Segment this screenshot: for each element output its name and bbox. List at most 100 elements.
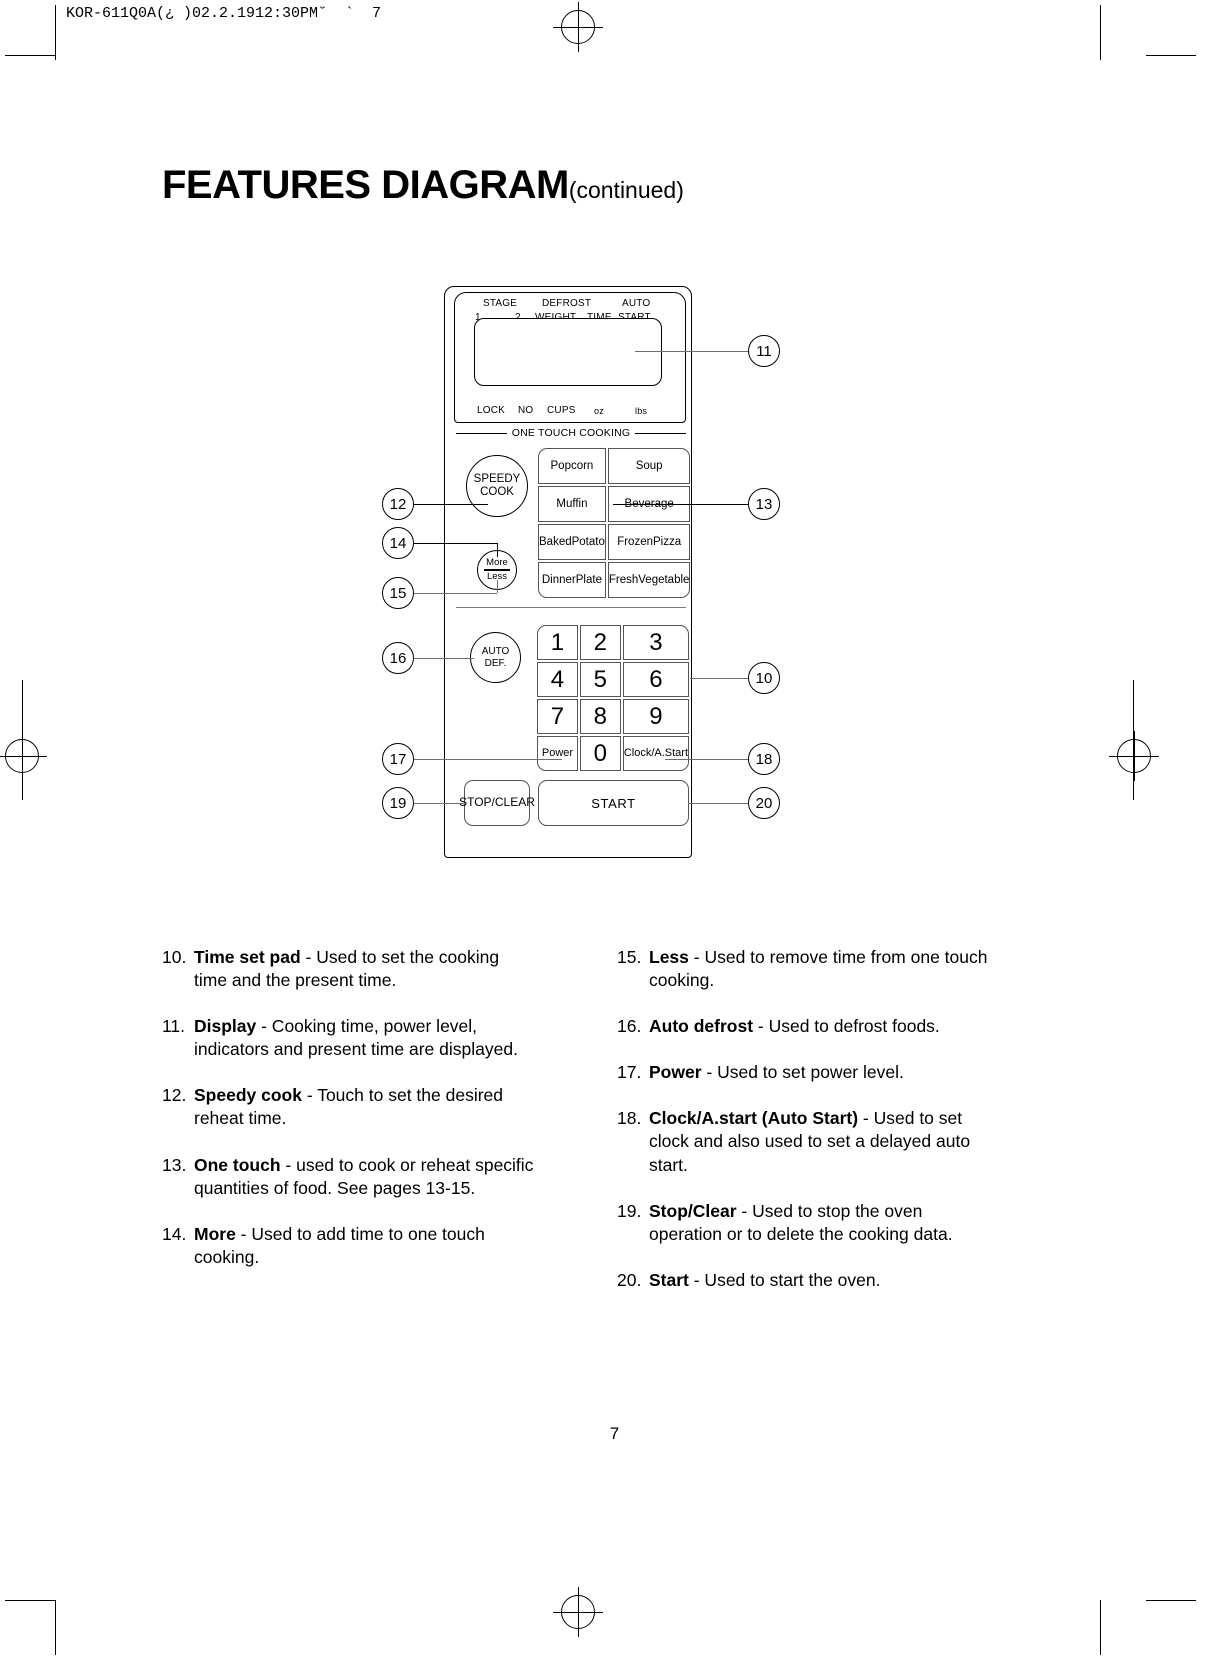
display-label-lbs: lbs [635,406,648,416]
description-term: Speedy cook [194,1085,302,1106]
keypad-key-9[interactable]: 9 [622,699,689,734]
one-touch-key-muffin[interactable]: Muffin [538,486,606,522]
description-body: Clock/A.start (Auto Start) - Used to set… [649,1107,992,1176]
description-number: 10. [162,947,187,967]
key-label-line: Baked [539,535,572,548]
description-item: 19. Stop/Clear - Used to stop the oven op… [617,1200,992,1246]
leader-line-15-v [497,580,498,593]
description-item: 14. More - Used to add time to one touch … [162,1223,537,1269]
leader-line-11 [635,351,748,352]
page-title: FEATURES DIAGRAM(continued) [162,163,684,208]
crop-mark-top-right [1100,5,1101,60]
leader-line-14-v [497,543,498,557]
one-touch-key-fresh-vegetable[interactable]: Fresh Vegetable [607,562,691,598]
crop-mark-left-upper [5,55,55,56]
display-screen [474,318,662,386]
description-number: 16. [617,1016,642,1037]
display-label-defrost: DEFROST [542,298,592,309]
display-label-no: NO [518,405,534,416]
keypad-key-2[interactable]: 2 [579,625,621,660]
callout-20: 20 [748,787,780,819]
keypad-key-1[interactable]: 1 [537,625,578,660]
description-term: Auto defrost [649,1016,754,1037]
leader-line-17 [414,759,562,760]
key-label-line: Vegetable [638,573,690,586]
display-label-oz: oz [594,406,604,416]
registration-mark-top [553,2,603,52]
leader-line-14 [414,543,497,544]
keypad-key-4[interactable]: 4 [537,662,578,697]
one-touch-key-soup[interactable]: Soup [607,448,691,484]
registration-mark-right [1109,731,1159,781]
key-label-line: Dinner [541,573,576,586]
description-number: 18. [617,1108,642,1129]
description-body: Auto defrost - Used to defrost foods. [649,1015,992,1038]
description-number: 15. [617,947,642,967]
key-label-line: A.Start [654,747,688,760]
speedy-cook-button[interactable]: SPEEDY COOK [466,455,528,517]
crop-mark-top-left [55,5,56,60]
leader-line-12 [414,504,488,505]
callout-12: 12 [382,488,414,520]
description-item: 11. Display - Cooking time, power level, … [162,1015,537,1061]
description-body: Speedy cook - Touch to set the desired r… [194,1084,537,1130]
page-title-main: FEATURES DIAGRAM [162,163,569,207]
callout-18: 18 [748,743,780,775]
one-touch-key-popcorn[interactable]: Popcorn [538,448,606,484]
description-term: More [194,1223,236,1244]
one-touch-cooking-label: ONE TOUCH COOKING [511,427,631,439]
keypad-key-8[interactable]: 8 [579,699,621,734]
keypad-key-6[interactable]: 6 [622,662,689,697]
display-label-lock: LOCK [477,405,506,416]
power-button[interactable]: Power [537,736,578,771]
one-touch-key-dinner-plate[interactable]: Dinner Plate [538,562,606,598]
panel-divider-rule [456,607,686,608]
key-label-line: Pizza [652,535,682,548]
start-button[interactable]: START [538,780,689,826]
leader-line-20 [688,803,748,804]
registration-mark-left [0,731,47,781]
description-term: Time set pad [194,947,301,967]
description-item: 12. Speedy cook - Touch to set the desire… [162,1084,537,1130]
registration-mark-bottom [553,1587,603,1637]
leader-line-19 [414,803,466,804]
description-term: Clock/A.start (Auto Start) [649,1108,859,1129]
stop-clear-button[interactable]: STOP/CLEAR [459,780,535,826]
crop-mark-right-lower [1146,1600,1196,1601]
description-term: One touch [194,1154,281,1175]
one-touch-key-grid: Popcorn Soup Muffin Beverage Baked Potato… [538,448,691,598]
more-label: More [486,556,508,568]
description-text: - Used to remove time from one touch coo… [649,947,988,991]
key-label-line: Potato [571,535,605,548]
description-number: 19. [617,1200,642,1221]
description-term: Start [649,1269,689,1290]
description-text: - Used to defrost foods. [753,1016,940,1037]
crop-mark-left-lower [5,1600,55,1601]
one-touch-key-frozen-pizza[interactable]: Frozen Pizza [607,524,691,560]
description-term: Power [649,1062,702,1083]
auto-def-line1: AUTO [481,646,510,658]
one-touch-cooking-band: ONE TOUCH COOKING [456,427,686,439]
key-label-line: Fresh [608,573,639,586]
crop-mark-bottom-left [55,1600,56,1655]
descriptions-right-column: 15. Less - Used to remove time from one t… [617,946,992,1315]
keypad-key-0[interactable]: 0 [579,736,621,771]
clock-astart-button[interactable]: Clock/A.Start [622,736,689,771]
band-rule-left [456,432,507,434]
description-term: Display [194,1016,257,1037]
print-slug: KOR-611Q0A(¿ )02.2.1912:30PM˘ ` 7 [66,5,382,22]
description-item: 17. Power - Used to set power level. [617,1061,992,1084]
description-body: One touch - used to cook or reheat speci… [194,1154,537,1200]
description-text: - Used to start the oven. [688,1269,881,1290]
display-label-auto: AUTO [622,298,651,309]
callout-14: 14 [382,527,414,559]
keypad-key-7[interactable]: 7 [537,699,578,734]
one-touch-key-baked-potato[interactable]: Baked Potato [538,524,606,560]
leader-line-10 [690,678,748,679]
leader-line-16 [414,658,474,659]
speedy-cook-line2: COOK [480,486,514,498]
auto-defrost-button[interactable]: AUTO DEF. [470,632,521,683]
control-panel-diagram: STAGE 1 2 DEFROST WEIGHT TIME AUTO START… [370,280,800,870]
keypad-key-3[interactable]: 3 [622,625,689,660]
keypad-key-5[interactable]: 5 [579,662,621,697]
